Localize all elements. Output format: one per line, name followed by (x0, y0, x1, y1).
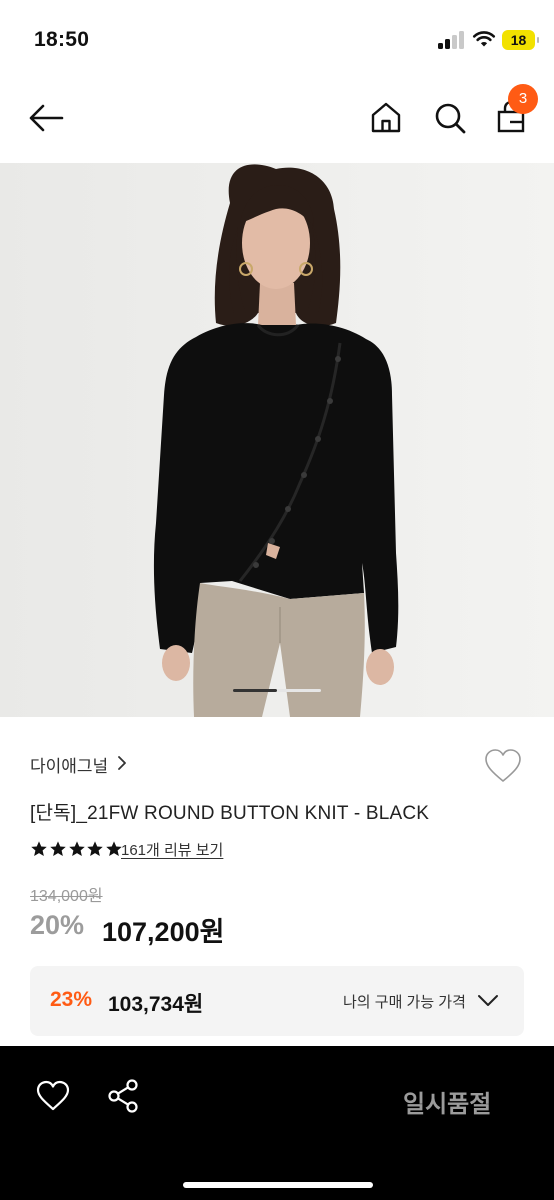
discount-rate: 20% (30, 910, 85, 940)
review-link[interactable]: 161개 리뷰 보기 (121, 839, 223, 860)
my-price-label: 나의 구매 가능 가격 (343, 994, 466, 1011)
heart-icon[interactable] (484, 748, 522, 784)
star-icon (68, 841, 85, 857)
back-arrow-icon[interactable] (26, 98, 66, 138)
star-icon (50, 841, 66, 857)
star-icon (31, 841, 47, 857)
home-icon[interactable] (366, 98, 406, 138)
home-indicator (183, 1182, 373, 1188)
search-icon[interactable] (430, 98, 470, 138)
heart-icon[interactable] (36, 1080, 70, 1112)
rating-stars (30, 840, 124, 858)
original-price: 134,000원 (30, 888, 103, 905)
my-price: 103,734원 (108, 993, 204, 1016)
brand-name[interactable]: 다이애그널 (30, 752, 108, 777)
wifi-icon (472, 31, 496, 47)
soldout-button[interactable]: 일시품절 (403, 1084, 491, 1119)
bottom-action-bar: 일시품절 (0, 1046, 554, 1200)
header (0, 80, 554, 163)
sale-price: 107,200원 (102, 917, 225, 947)
star-icon (87, 841, 104, 857)
cellular-signal-icon (438, 31, 466, 49)
my-price-panel[interactable]: 23% 103,734원 나의 구매 가능 가격 (30, 966, 524, 1036)
product-title: [단독]_21FW ROUND BUTTON KNIT - BLACK (30, 803, 430, 824)
share-icon[interactable] (106, 1078, 140, 1114)
chevron-down-icon[interactable] (477, 992, 499, 1008)
status-time: 18:50 (34, 28, 90, 51)
battery-icon: 18 (502, 30, 539, 50)
chevron-right-icon[interactable] (116, 754, 128, 772)
product-photo (0, 163, 554, 717)
product-image[interactable] (0, 163, 554, 717)
battery-level: 18 (510, 32, 527, 48)
carousel-indicator-active (233, 689, 277, 692)
status-bar: 18:50 18 (0, 0, 554, 80)
my-discount-rate: 23% (50, 988, 93, 1011)
carousel-indicator (277, 689, 321, 692)
cart-count-badge: 3 (508, 84, 538, 114)
